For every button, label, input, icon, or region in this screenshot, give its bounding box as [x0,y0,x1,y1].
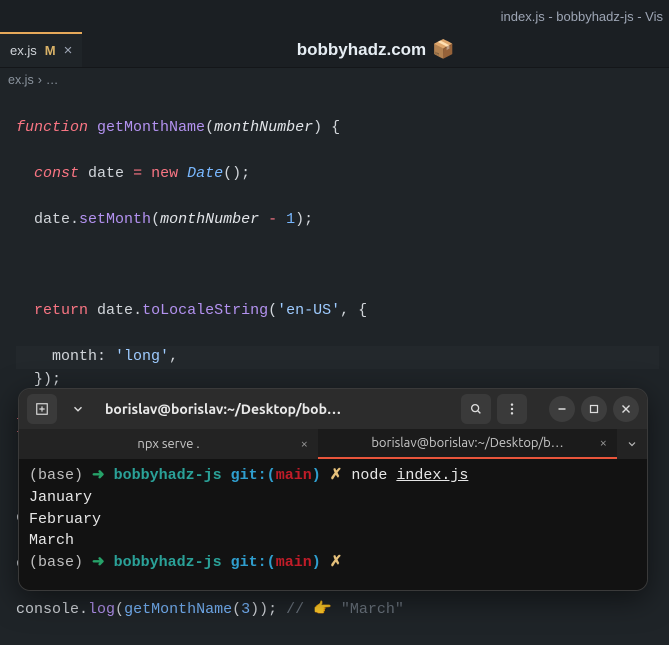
close-window-button[interactable] [613,396,639,422]
dropdown-button[interactable] [63,394,93,424]
tab-modified-indicator: M [45,43,56,58]
tab-filename: ex.js [10,43,37,58]
minimize-button[interactable] [549,396,575,422]
kebab-icon [505,402,519,416]
code-line: return date.toLocaleString('en-US', { [16,300,659,323]
terminal-body[interactable]: (base) ➜ bobbyhadz-js git:(main) ✗ node … [19,459,647,590]
maximize-icon [587,402,601,416]
chevron-down-icon [626,438,638,450]
code-line: date.setMonth(monthNumber - 1); [16,209,659,232]
banner-text: bobbyhadz.com [297,40,426,60]
code-line: function getMonthName(monthNumber) { [16,117,659,140]
close-icon[interactable]: × [600,436,607,450]
editor-tabbar: ex.js M × bobbyhadz.com 📦 [0,32,669,68]
terminal-tab-dropdown[interactable] [617,429,647,459]
code-line: const date = new Date(); [16,163,659,186]
maximize-button[interactable] [581,396,607,422]
code-line: month: 'long', [16,346,659,369]
terminal-output: February [29,509,637,531]
terminal-tab-label: borislav@borislav:~/Desktop/b… [371,436,563,450]
window-title: index.js - bobbyhadz-js - Vis [501,9,663,24]
breadcrumb-more: … [46,73,59,87]
terminal-line: (base) ➜ bobbyhadz-js git:(main) ✗ [29,552,637,574]
search-icon [469,402,483,416]
package-icon: 📦 [432,39,454,60]
new-tab-button[interactable] [27,394,57,424]
code-line: console.log(getMonthName(3)); // 👉️ "Mar… [16,599,659,622]
plus-square-icon [35,402,49,416]
site-banner: bobbyhadz.com 📦 [82,32,669,67]
chevron-right-icon: › [38,73,42,87]
menu-button[interactable] [497,394,527,424]
search-button[interactable] [461,394,491,424]
close-icon[interactable]: × [301,437,308,451]
terminal-tab-label: npx serve . [137,437,199,451]
minimize-icon [555,402,569,416]
window-titlebar: index.js - bobbyhadz-js - Vis [0,0,669,32]
terminal-title: borislav@borislav:~/Desktop/bobbyhadz-r… [105,401,345,417]
close-icon[interactable]: × [64,43,73,58]
terminal-tab-shell[interactable]: borislav@borislav:~/Desktop/b… × [318,429,617,459]
chevron-down-icon [71,402,85,416]
terminal-output: January [29,487,637,509]
terminal-tabbar: npx serve . × borislav@borislav:~/Deskto… [19,429,647,459]
breadcrumb-file: ex.js [8,73,34,87]
terminal-output: March [29,530,637,552]
terminal-tab-serve[interactable]: npx serve . × [19,429,318,459]
close-icon [619,402,633,416]
breadcrumb[interactable]: ex.js › … [0,68,669,92]
terminal-header[interactable]: borislav@borislav:~/Desktop/bobbyhadz-r… [19,389,647,429]
editor-tab-index-js[interactable]: ex.js M × [0,32,82,67]
terminal-line: (base) ➜ bobbyhadz-js git:(main) ✗ node … [29,465,637,487]
terminal-window: borislav@borislav:~/Desktop/bobbyhadz-r…… [18,388,648,591]
code-line [16,255,659,278]
